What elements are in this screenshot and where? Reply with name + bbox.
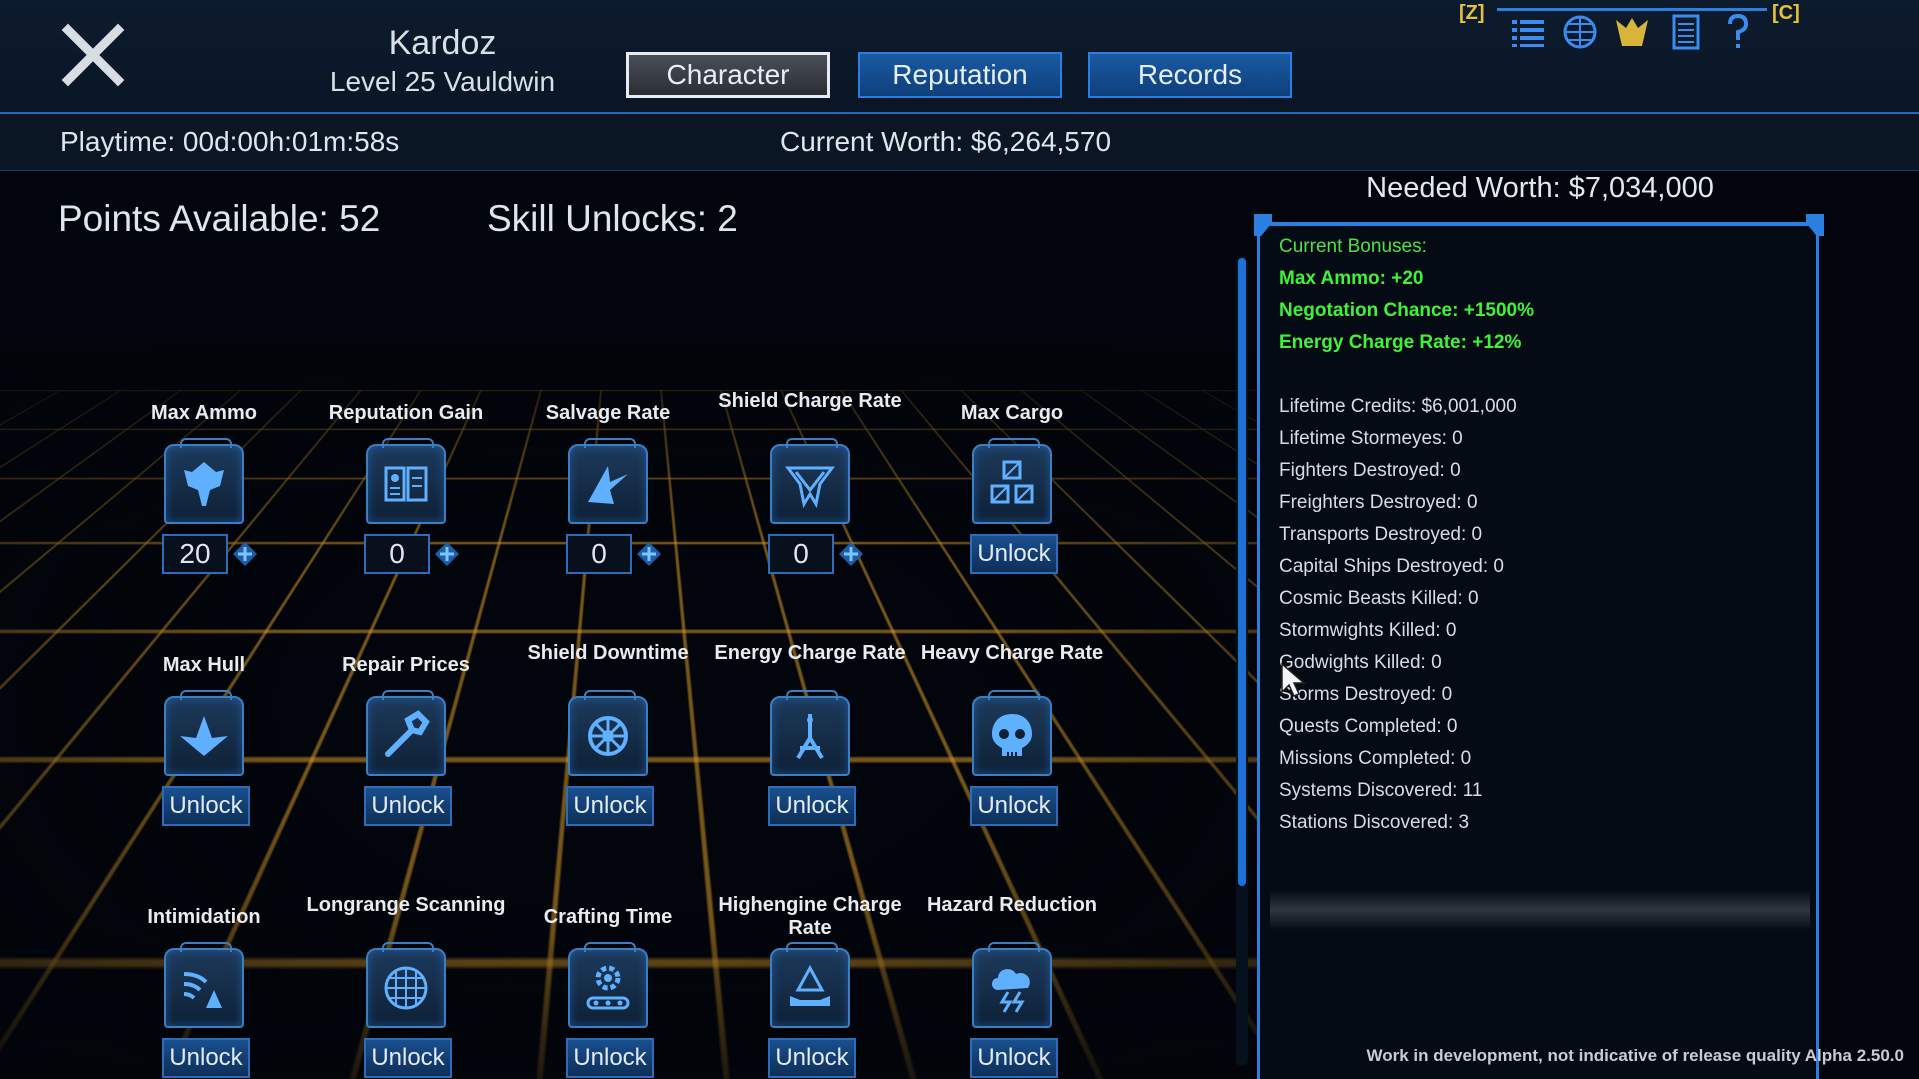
hull-icon: [164, 696, 244, 776]
bonus-name: Max Ammo:: [1279, 268, 1386, 289]
increase-button[interactable]: [636, 541, 662, 567]
unlock-button[interactable]: Unlock: [970, 786, 1058, 826]
skill-label: Shield Charge Rate: [710, 390, 910, 413]
bonus-value: +20: [1391, 268, 1423, 289]
wrench-icon: [366, 696, 446, 776]
close-button[interactable]: [60, 22, 126, 88]
journal-icon[interactable]: [1666, 12, 1706, 52]
stat-missions-completed: Missions Completed: 0: [1279, 748, 1471, 770]
skill-label: Salvage Rate: [508, 402, 708, 425]
unlock-button[interactable]: Unlock: [364, 786, 452, 826]
skill-label: Longrange Scanning: [306, 894, 506, 917]
stat-lifetime-credits: Lifetime Credits: $6,001,000: [1279, 396, 1517, 418]
stat-transports-destroyed: Transports Destroyed: 0: [1279, 524, 1482, 546]
increase-button[interactable]: [232, 541, 258, 567]
shield-downtime-icon: [568, 696, 648, 776]
cargo-icon: [972, 444, 1052, 524]
stat-capital-ships-destroyed: Capital Ships Destroyed: 0: [1279, 556, 1504, 578]
tab-character[interactable]: Character: [626, 52, 830, 98]
hotkey-left: [Z]: [1459, 2, 1485, 25]
stat-fighters-destroyed: Fighters Destroyed: 0: [1279, 460, 1461, 482]
playtime: Playtime: 00d:00h:01m:58s: [60, 126, 399, 158]
stat-cosmic-beasts-killed: Cosmic Beasts Killed: 0: [1279, 588, 1479, 610]
skill-value: 0: [768, 534, 834, 574]
skill-value: 0: [364, 534, 430, 574]
skill-label: Max Hull: [104, 654, 304, 677]
skill-value: 0: [566, 534, 632, 574]
unlock-button[interactable]: Unlock: [566, 786, 654, 826]
current-worth: Current Worth: $6,264,570: [780, 126, 1111, 158]
skill-label: Crafting Time: [508, 906, 708, 929]
faction-icon[interactable]: [1612, 12, 1652, 52]
skill-label: Max Ammo: [104, 402, 304, 425]
character-name: Kardoz: [300, 24, 585, 63]
ammo-icon: [164, 444, 244, 524]
stat-stormwights-killed: Stormwights Killed: 0: [1279, 620, 1456, 642]
skill-label: Energy Charge Rate: [710, 642, 910, 665]
unlock-button[interactable]: Unlock: [768, 786, 856, 826]
skill-label: Shield Downtime: [508, 642, 708, 665]
intimidation-icon: [164, 948, 244, 1028]
skull-icon: [972, 696, 1052, 776]
bonuses-heading: Current Bonuses:: [1279, 236, 1427, 258]
skill-label: Highengine Charge Rate: [710, 894, 910, 940]
help-icon[interactable]: [1718, 12, 1758, 52]
unlock-button[interactable]: Unlock: [768, 1038, 856, 1078]
scanner-icon: [366, 948, 446, 1028]
unlock-button[interactable]: Unlock: [162, 786, 250, 826]
skill-label: Repair Prices: [306, 654, 506, 677]
scrollbar-thumb[interactable]: [1238, 258, 1246, 886]
skill-label: Max Cargo: [912, 402, 1112, 425]
stat-systems-discovered: Systems Discovered: 11: [1279, 780, 1482, 802]
skill-label: Intimidation: [104, 906, 304, 929]
shield-charge-icon: [770, 444, 850, 524]
skill-unlocks: Skill Unlocks: 2: [487, 198, 738, 240]
unlock-button[interactable]: Unlock: [364, 1038, 452, 1078]
points-available: Points Available: 52: [58, 198, 380, 240]
salvage-icon: [568, 444, 648, 524]
highengine-icon: [770, 948, 850, 1028]
bonus-value: +12%: [1472, 332, 1521, 353]
stat-freighters-destroyed: Freighters Destroyed: 0: [1279, 492, 1478, 514]
increase-button[interactable]: [838, 541, 864, 567]
mouse-cursor-icon: [1280, 662, 1306, 698]
skill-label: Heavy Charge Rate: [912, 642, 1112, 665]
energy-icon: [770, 696, 850, 776]
close-icon: [60, 22, 126, 88]
crafting-icon: [568, 948, 648, 1028]
panel-fade: [1270, 890, 1810, 930]
tab-records[interactable]: Records: [1088, 52, 1292, 98]
increase-button[interactable]: [434, 541, 460, 567]
hazard-icon: [972, 948, 1052, 1028]
bonus-negotiation-chance: Negotation Chance: +1500%: [1279, 300, 1534, 322]
bonus-energy-charge-rate: Energy Charge Rate: +12%: [1279, 332, 1521, 354]
skill-label: Hazard Reduction: [912, 894, 1112, 917]
bonus-name: Negotation Chance:: [1279, 300, 1458, 321]
bonus-value: +1500%: [1464, 300, 1534, 321]
globe-icon[interactable]: [1560, 12, 1600, 52]
list-icon[interactable]: [1508, 12, 1548, 52]
unlock-button[interactable]: Unlock: [970, 534, 1058, 574]
unlock-button[interactable]: Unlock: [162, 1038, 250, 1078]
stat-lifetime-stormeyes: Lifetime Stormeyes: 0: [1279, 428, 1463, 450]
unlock-button[interactable]: Unlock: [970, 1038, 1058, 1078]
info-bar: Playtime: 00d:00h:01m:58s Current Worth:…: [0, 114, 1919, 171]
hotkey-right: [C]: [1772, 2, 1800, 25]
needed-worth: Needed Worth: $7,034,000: [1250, 172, 1830, 205]
skill-value: 20: [162, 534, 228, 574]
bonus-max-ammo: Max Ammo: +20: [1279, 268, 1424, 290]
build-note: Work in development, not indicative of r…: [1300, 1046, 1904, 1066]
character-level: Level 25 Vauldwin: [300, 66, 585, 98]
stat-stations-discovered: Stations Discovered: 3: [1279, 812, 1469, 834]
reputation-icon: [366, 444, 446, 524]
stat-quests-completed: Quests Completed: 0: [1279, 716, 1457, 738]
tab-reputation[interactable]: Reputation: [858, 52, 1062, 98]
top-bar: Kardoz Level 25 Vauldwin Character Reput…: [0, 0, 1919, 114]
unlock-button[interactable]: Unlock: [566, 1038, 654, 1078]
skill-label: Reputation Gain: [306, 402, 506, 425]
bonus-name: Energy Charge Rate:: [1279, 332, 1467, 353]
